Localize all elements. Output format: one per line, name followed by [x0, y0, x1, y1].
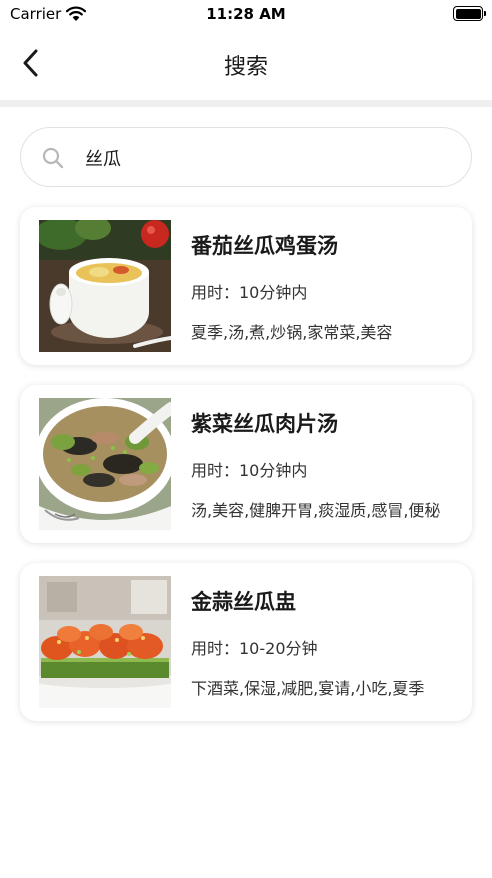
recipe-tags: 下酒菜,保湿,减肥,宴请,小吃,夏季 — [191, 679, 425, 698]
recipe-time: 用时：10-20分钟 — [191, 639, 318, 658]
recipe-time: 用时：10分钟内 — [191, 461, 308, 480]
recipe-title: 番茄丝瓜鸡蛋汤 — [191, 234, 338, 258]
recipe-card[interactable]: 番茄丝瓜鸡蛋汤 用时：10分钟内 夏季,汤,煮,炒锅,家常菜,美容 — [20, 207, 472, 365]
recipe-thumbnail — [39, 576, 171, 708]
status-time: 11:28 AM — [206, 5, 286, 23]
nav-divider — [0, 100, 492, 107]
battery-icon — [453, 6, 483, 21]
recipe-tags: 夏季,汤,煮,炒锅,家常菜,美容 — [191, 323, 393, 342]
battery-cap — [484, 11, 486, 16]
recipe-tags: 汤,美容,健脾开胃,痰湿质,感冒,便秘 — [191, 501, 441, 520]
recipe-title: 金蒜丝瓜盅 — [191, 590, 296, 614]
status-bar: Carrier 11:28 AM — [0, 0, 492, 30]
navigation-bar: 搜索 — [0, 30, 492, 100]
recipe-title: 紫菜丝瓜肉片汤 — [191, 412, 338, 436]
search-icon — [41, 146, 65, 174]
recipe-time: 用时：10分钟内 — [191, 283, 308, 302]
search-bar[interactable] — [20, 127, 472, 187]
search-input[interactable] — [85, 142, 445, 174]
recipe-card[interactable]: 紫菜丝瓜肉片汤 用时：10分钟内 汤,美容,健脾开胃,痰湿质,感冒,便秘 — [20, 385, 472, 543]
recipe-thumbnail — [39, 398, 171, 530]
recipe-card[interactable]: 金蒜丝瓜盅 用时：10-20分钟 下酒菜,保湿,减肥,宴请,小吃,夏季 — [20, 563, 472, 721]
recipe-thumbnail — [39, 220, 171, 352]
page-title: 搜索 — [223, 55, 268, 80]
